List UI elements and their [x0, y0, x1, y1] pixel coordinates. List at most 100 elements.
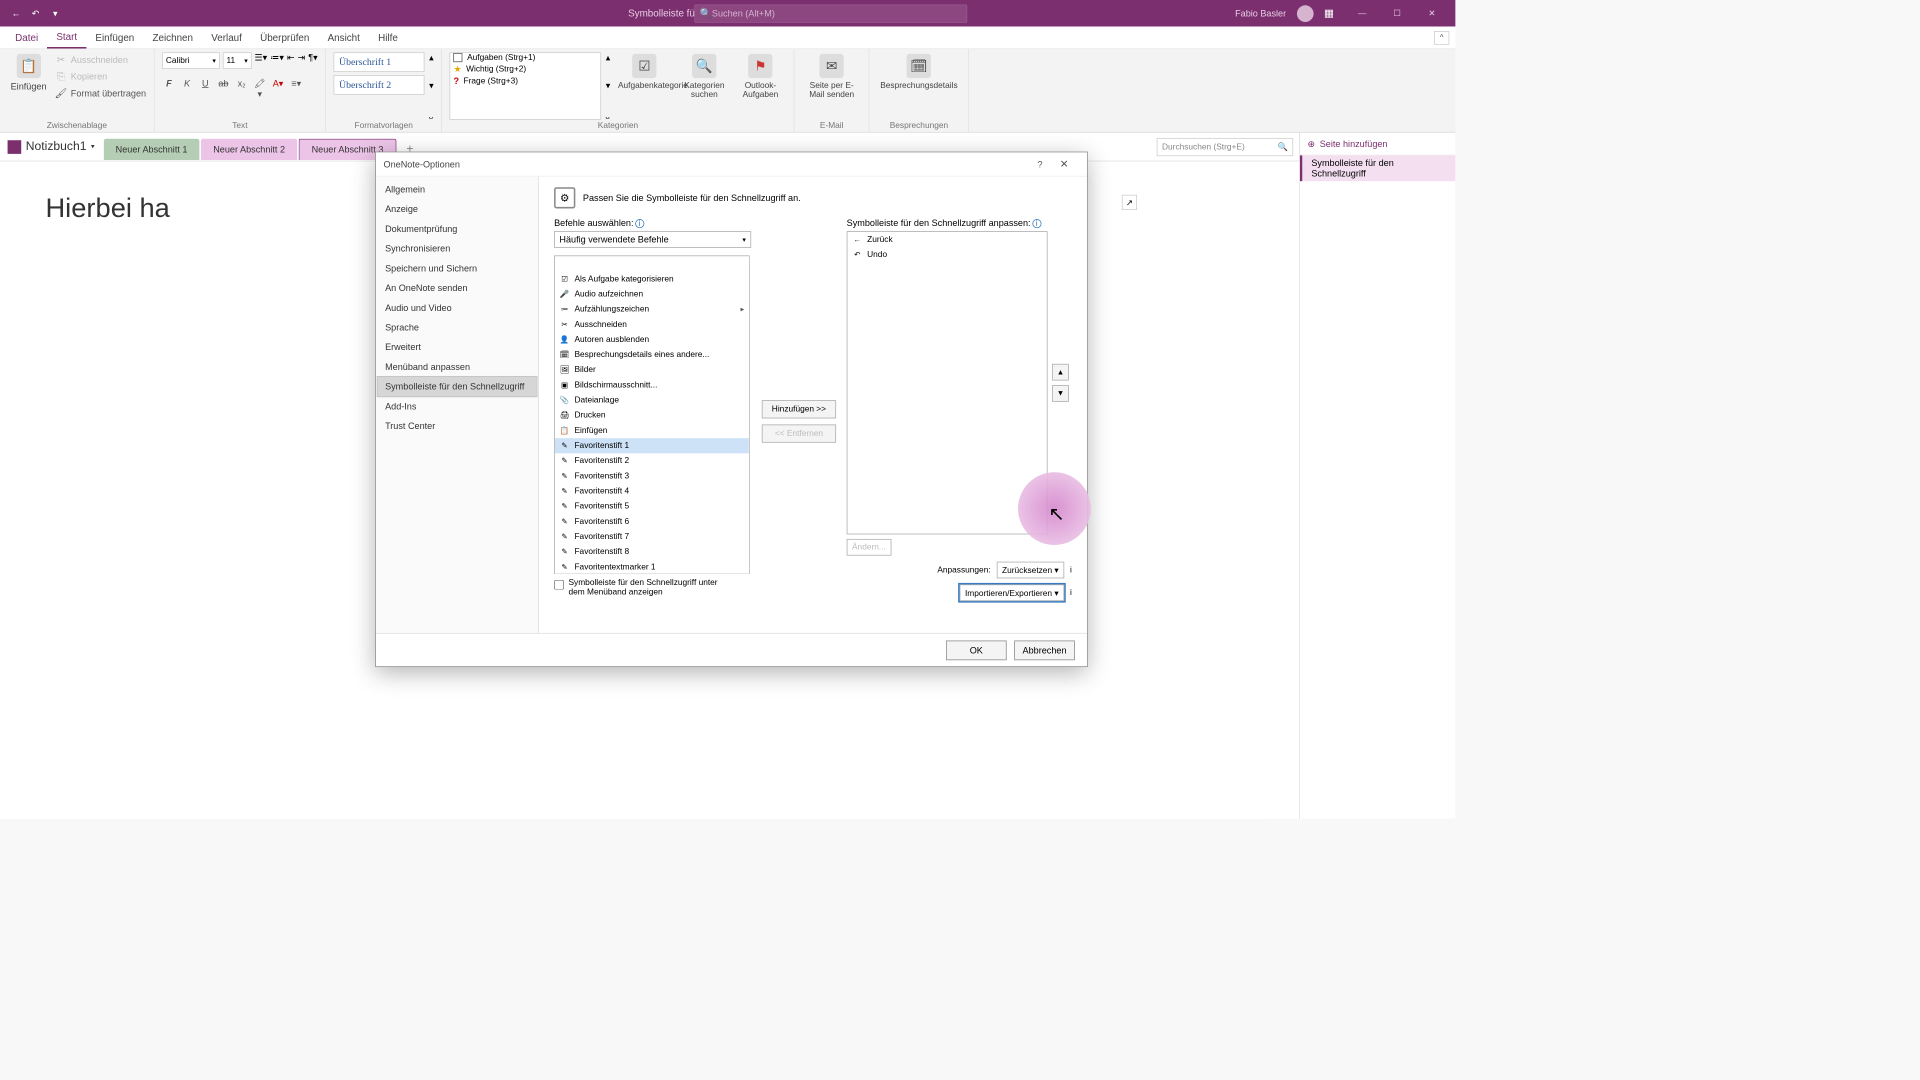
numbering-button[interactable]: ≔▾ [270, 52, 284, 69]
qat-current-item[interactable]: ←Zurück [847, 232, 1046, 247]
move-up-button[interactable]: ▲ [1052, 364, 1069, 381]
add-page-button[interactable]: ⊕ Seite hinzufügen [1300, 133, 1455, 156]
titlebar-search-input[interactable] [712, 8, 962, 19]
dialog-nav-item[interactable]: Symbolleiste für den Schnellzugriff [377, 377, 536, 397]
style-up-button[interactable]: ▴ [429, 52, 434, 63]
dialog-nav-item[interactable]: Erweitert [377, 337, 536, 357]
menu-draw[interactable]: Zeichnen [143, 27, 202, 47]
italic-button[interactable]: K [180, 78, 194, 99]
command-item[interactable]: ✎Favoritenstift 5 [555, 499, 749, 514]
tag-more-button[interactable]: ⎵ [606, 108, 611, 119]
import-export-button[interactable]: Importieren/Exportieren ▾ [960, 584, 1064, 601]
modify-button[interactable]: Ändern... [847, 539, 891, 556]
style-more-button[interactable]: ⎵ [429, 108, 434, 119]
command-item[interactable]: ✎Favoritenstift 8 [555, 544, 749, 559]
notebook-selector[interactable]: Notizbuch1 ▾ [8, 140, 104, 154]
minimize-button[interactable]: — [1345, 2, 1380, 25]
highlight-button[interactable]: 🖍▾ [253, 78, 267, 99]
titlebar-search[interactable]: 🔍 [694, 4, 967, 22]
tag-important[interactable]: ★Wichtig (Strg+2) [450, 64, 600, 75]
command-item[interactable] [555, 256, 749, 271]
command-item[interactable]: 🎤Audio aufzeichnen [555, 287, 749, 302]
command-item[interactable]: 🖼Bilder [555, 362, 749, 377]
ribbon-mode-icon[interactable]: ▦ [1324, 7, 1334, 20]
command-item[interactable]: ▣Bildschirmausschnitt... [555, 377, 749, 392]
menu-view[interactable]: Ansicht [318, 27, 369, 47]
choose-commands-select[interactable]: Häufig verwendete Befehle▾ [554, 231, 751, 248]
tag-up-button[interactable]: ▴ [606, 52, 611, 63]
tag-down-button[interactable]: ▾ [606, 80, 611, 91]
outlook-tasks-button[interactable]: ⚑Outlook-Aufgaben [735, 52, 787, 119]
dialog-nav-item[interactable]: An OneNote senden [377, 278, 536, 298]
font-color-button[interactable]: A▾ [271, 78, 285, 99]
show-below-ribbon-checkbox[interactable] [554, 580, 564, 590]
maximize-button[interactable]: ☐ [1380, 2, 1415, 25]
align-button[interactable]: ≡▾ [289, 78, 303, 99]
dialog-nav-item[interactable]: Menüband anpassen [377, 357, 536, 377]
qat-dropdown-icon[interactable]: ▾ [47, 5, 64, 22]
current-qat-list[interactable]: ←Zurück↶Undo [847, 231, 1048, 534]
bold-button[interactable]: F [162, 78, 176, 99]
style-down-button[interactable]: ▾ [429, 80, 434, 91]
dialog-nav-item[interactable]: Speichern und Sichern [377, 258, 536, 278]
subscript-button[interactable]: x₂ [235, 78, 249, 99]
close-button[interactable]: ✕ [1414, 2, 1449, 25]
tag-task[interactable]: Aufgaben (Strg+1) [450, 53, 600, 62]
info-icon[interactable]: i [635, 219, 644, 228]
dialog-nav-item[interactable]: Synchronisieren [377, 239, 536, 259]
dialog-nav-item[interactable]: Sprache [377, 318, 536, 338]
add-command-button[interactable]: Hinzufügen >> [762, 400, 836, 418]
command-item[interactable]: ✎Favoritenstift 6 [555, 514, 749, 529]
paragraph-button[interactable]: ¶▾ [308, 52, 317, 69]
command-item[interactable]: ✂Ausschneiden [555, 317, 749, 332]
command-item[interactable]: ≔Aufzählungszeichen▸ [555, 302, 749, 317]
find-tags-button[interactable]: 🔍Kategorien suchen [679, 52, 731, 119]
dialog-nav-item[interactable]: Anzeige [377, 199, 536, 219]
task-category-button[interactable]: ☑Aufgabenkategorie [615, 52, 674, 119]
user-name[interactable]: Fabio Basler [1235, 8, 1286, 19]
meeting-details-button[interactable]: 🗓Besprechungsdetails [877, 52, 960, 119]
ok-button[interactable]: OK [946, 640, 1007, 660]
cut-button[interactable]: ✂Ausschneiden [54, 52, 146, 67]
dialog-nav-item[interactable]: Audio und Video [377, 298, 536, 318]
command-item[interactable]: 🖨Drucken [555, 408, 749, 423]
remove-command-button[interactable]: << Entfernen [762, 424, 836, 442]
command-item[interactable]: ✎Favoritenstift 7 [555, 529, 749, 544]
move-down-button[interactable]: ▼ [1052, 385, 1069, 402]
outdent-button[interactable]: ⇤ [287, 52, 295, 69]
dialog-help-button[interactable]: ? [1031, 159, 1049, 170]
qat-current-item[interactable]: ↶Undo [847, 247, 1046, 262]
menu-file[interactable]: Datei [6, 27, 47, 47]
format-painter-button[interactable]: 🖌Format übertragen [54, 86, 146, 101]
section-tab-1[interactable]: Neuer Abschnitt 1 [104, 138, 200, 159]
copy-button[interactable]: ⎘Kopieren [54, 69, 146, 84]
command-item[interactable]: 🗓Besprechungsdetails eines andere... [555, 347, 749, 362]
tag-question[interactable]: ?Frage (Strg+3) [450, 76, 600, 87]
expand-button[interactable]: ↗ [1122, 195, 1137, 210]
menu-review[interactable]: Überprüfen [251, 27, 318, 47]
back-icon[interactable]: ← [8, 5, 25, 22]
underline-button[interactable]: U [198, 78, 212, 99]
style-heading-2[interactable]: Überschrift 2 [334, 75, 425, 95]
command-item[interactable]: ✎Favoritentextmarker 1 [555, 559, 749, 573]
info-icon[interactable]: i [1070, 588, 1072, 597]
page-list-item[interactable]: Symbolleiste für den Schnellzugriff [1300, 155, 1455, 181]
undo-icon[interactable]: ↶ [27, 5, 44, 22]
cancel-button[interactable]: Abbrechen [1014, 640, 1075, 660]
dialog-nav-item[interactable]: Dokumentprüfung [377, 219, 536, 239]
command-item[interactable]: ✎Favoritenstift 2 [555, 453, 749, 468]
info-icon[interactable]: i [1032, 219, 1041, 228]
menu-help[interactable]: Hilfe [369, 27, 407, 47]
dialog-nav-item[interactable]: Trust Center [377, 416, 536, 436]
style-heading-1[interactable]: Überschrift 1 [334, 52, 425, 72]
dialog-nav-item[interactable]: Add-Ins [377, 396, 536, 416]
font-name-select[interactable]: Calibri▾ [162, 52, 220, 69]
menu-insert[interactable]: Einfügen [86, 27, 143, 47]
dialog-nav-item[interactable]: Allgemein [377, 180, 536, 200]
dialog-close-button[interactable]: ✕ [1049, 158, 1079, 171]
menu-start[interactable]: Start [47, 27, 86, 49]
command-item[interactable]: 👤Autoren ausblenden [555, 332, 749, 347]
paste-button[interactable]: 📋 Einfügen [8, 52, 50, 119]
strike-button[interactable]: ab [217, 78, 231, 99]
bullets-button[interactable]: ☰▾ [255, 52, 268, 69]
